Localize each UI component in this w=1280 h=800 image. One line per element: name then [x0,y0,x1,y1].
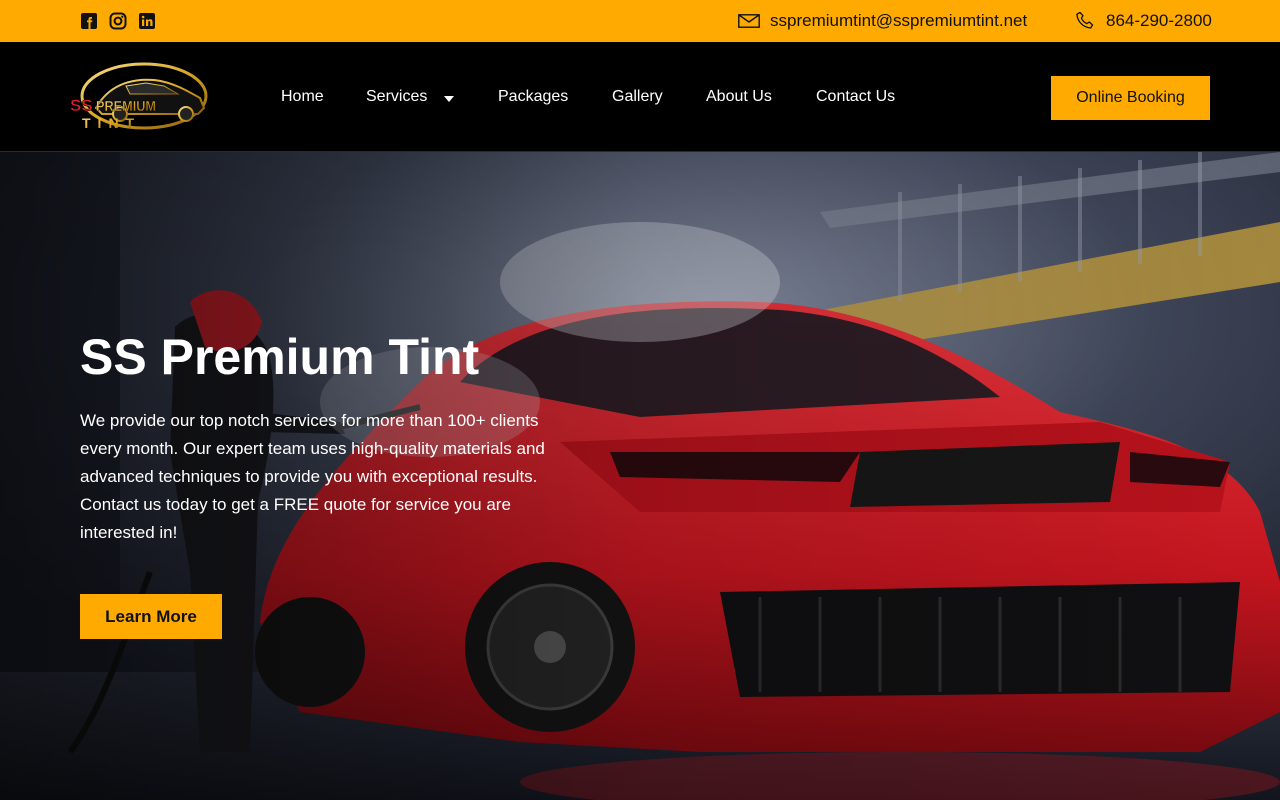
envelope-icon [738,14,760,28]
hero-section: SS Premium Tint We provide our top notch… [0,152,1280,800]
nav-home[interactable]: Home [281,88,324,106]
nav-gallery[interactable]: Gallery [612,88,663,106]
linkedin-icon[interactable] [138,12,156,30]
site-header: SS PREMIUM TINT Home Services Packages G… [0,42,1280,152]
instagram-icon[interactable] [109,12,127,30]
hero-title: SS Premium Tint [80,329,480,385]
hero-description: We provide our top notch services for mo… [80,411,545,542]
nav-contact[interactable]: Contact Us [816,88,895,106]
facebook-icon[interactable] [80,12,98,30]
phone-contact[interactable]: 864-290-2800 [1076,0,1212,42]
top-bar: sspremiumtint@sspremiumtint.net 864-290-… [0,0,1280,42]
email-contact[interactable]: sspremiumtint@sspremiumtint.net [738,0,1027,42]
nav-packages[interactable]: Packages [498,88,568,106]
svg-text:PREMIUM: PREMIUM [96,98,156,115]
site-logo[interactable]: SS PREMIUM TINT [68,56,212,138]
phone-text: 864-290-2800 [1106,11,1212,30]
phone-icon [1076,11,1094,29]
nav-about[interactable]: About Us [706,88,772,106]
nav-services[interactable]: Services [366,88,427,106]
email-text: sspremiumtint@sspremiumtint.net [770,11,1028,30]
online-booking-button[interactable]: Online Booking [1051,76,1210,120]
learn-more-button[interactable]: Learn More [80,594,222,639]
svg-text:SS: SS [70,96,93,115]
svg-text:TINT: TINT [82,115,141,131]
chevron-down-icon[interactable] [444,96,454,102]
